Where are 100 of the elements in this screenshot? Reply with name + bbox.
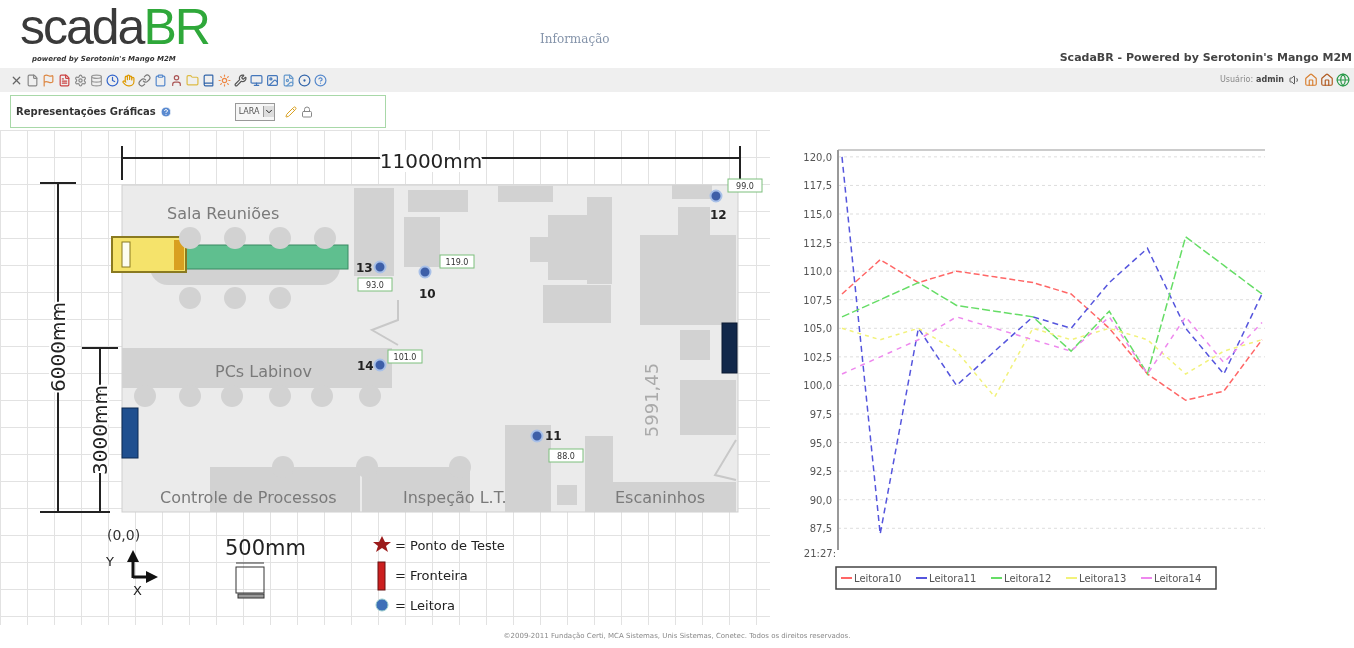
chair <box>269 385 291 407</box>
reader-number: 13 <box>356 261 373 275</box>
edit-icon[interactable] <box>284 105 297 118</box>
reading-value: 88.0 <box>557 452 575 461</box>
globe-icon[interactable] <box>1336 73 1350 87</box>
page-icon[interactable] <box>26 73 39 87</box>
link-icon[interactable] <box>138 73 151 87</box>
reader-device[interactable] <box>111 236 187 273</box>
image-icon[interactable] <box>266 73 279 87</box>
reader-number: 14 <box>357 359 374 373</box>
target-icon[interactable] <box>298 73 311 87</box>
axis-tick-label: 115,0 <box>803 209 832 220</box>
axis-label: Y <box>106 554 114 569</box>
axis-tick-label: 102,5 <box>803 351 832 363</box>
dimension-label: 11000mm <box>379 149 483 173</box>
reading-box <box>387 349 423 364</box>
chair <box>224 227 246 249</box>
room-label: Inspeção L.T. <box>403 488 507 507</box>
reading-box <box>727 178 763 193</box>
wrench-icon[interactable] <box>234 73 247 87</box>
document-icon[interactable] <box>58 73 71 87</box>
chair <box>221 385 243 407</box>
monitor-icon[interactable] <box>250 73 263 87</box>
room-label: PCs Labinov <box>215 362 312 381</box>
chair <box>269 287 291 309</box>
view-select[interactable]: LARA <box>234 102 275 121</box>
chair <box>311 385 333 407</box>
reader-marker[interactable] <box>418 265 432 279</box>
room-label: Escaninhos <box>615 488 706 507</box>
axes-icon <box>127 550 158 583</box>
clock-icon[interactable] <box>106 73 119 87</box>
view-title: Representações Gráficas <box>16 105 156 119</box>
chair <box>224 287 246 309</box>
legend-label: Leitora12 <box>1004 573 1052 584</box>
axis-tick-label: 110,0 <box>803 266 832 278</box>
user-label: Usuário: <box>1220 74 1254 86</box>
axis-tick-label: 105,0 <box>803 323 832 335</box>
chair <box>359 385 381 407</box>
reader-marker[interactable] <box>709 189 723 203</box>
axis-tick-label: 120,0 <box>803 151 832 163</box>
reading-value: 119.0 <box>445 258 469 267</box>
legend-label: = Fronteira <box>395 568 468 583</box>
room-label: Controle de Processos <box>160 488 337 507</box>
legend-label: = Ponto de Teste <box>395 538 505 553</box>
dimension-label: 5991,45 <box>641 362 662 438</box>
furniture <box>498 186 553 202</box>
reader-number: 12 <box>710 208 727 222</box>
legend-label: = Leitora <box>395 598 455 613</box>
boundary-marker <box>721 322 738 374</box>
legend-label: Leitora13 <box>1079 573 1127 584</box>
scale-label: 500mm <box>225 536 306 560</box>
furniture <box>680 330 710 360</box>
axis-tick-label: 95,0 <box>809 437 832 449</box>
help-icon[interactable] <box>314 73 327 87</box>
axis-tick-label: 107,5 <box>803 294 832 306</box>
chair <box>134 385 156 407</box>
boundary-icon <box>377 561 386 591</box>
reader-marker[interactable] <box>530 429 544 443</box>
axis-tick-label: 21:27: <box>803 548 836 559</box>
reader-number: 11 <box>545 429 562 443</box>
reading-box <box>357 277 393 292</box>
legend-label: Leitora11 <box>929 573 977 584</box>
axis-tick-label: 92,5 <box>809 466 832 478</box>
hand-icon[interactable] <box>122 73 135 87</box>
door-swing <box>369 299 399 346</box>
home-icon[interactable] <box>1320 73 1334 87</box>
legend-label: Leitora14 <box>1154 573 1202 584</box>
furniture <box>404 217 440 267</box>
product-title: ScadaBR - Powered by Serotonin's Mango M2M <box>1059 50 1352 66</box>
chair <box>179 287 201 309</box>
database-icon[interactable] <box>90 73 103 87</box>
furniture <box>557 485 577 505</box>
furniture <box>680 380 736 435</box>
boundary-marker <box>121 407 139 459</box>
chair <box>179 227 201 249</box>
axis-tick-label: 97,5 <box>809 409 832 420</box>
lock-icon[interactable] <box>300 105 313 118</box>
reading-value: 93.0 <box>366 281 384 290</box>
settings-icon[interactable] <box>74 73 87 87</box>
image-file-icon[interactable] <box>282 73 295 87</box>
axis-tick-label: 100,0 <box>803 380 832 392</box>
reading-box <box>439 254 475 269</box>
door-swing <box>713 439 737 481</box>
flag-icon[interactable] <box>42 73 55 87</box>
clipboard-icon[interactable] <box>154 73 167 87</box>
reader-marker[interactable] <box>373 358 387 372</box>
chair <box>314 227 336 249</box>
scale-icon <box>235 562 265 599</box>
reading-box <box>548 448 584 463</box>
user-icon[interactable] <box>170 73 183 87</box>
caret-icon <box>262 106 274 117</box>
chair <box>179 385 201 407</box>
axis-tick-label: 90,0 <box>809 494 832 506</box>
reading-value: 99.0 <box>736 182 754 191</box>
furniture <box>408 190 468 212</box>
chair <box>356 456 378 478</box>
speaker-icon[interactable] <box>1289 74 1301 86</box>
reader-marker[interactable] <box>373 260 387 274</box>
book-icon[interactable] <box>202 73 215 87</box>
axis-label: X <box>133 583 142 598</box>
